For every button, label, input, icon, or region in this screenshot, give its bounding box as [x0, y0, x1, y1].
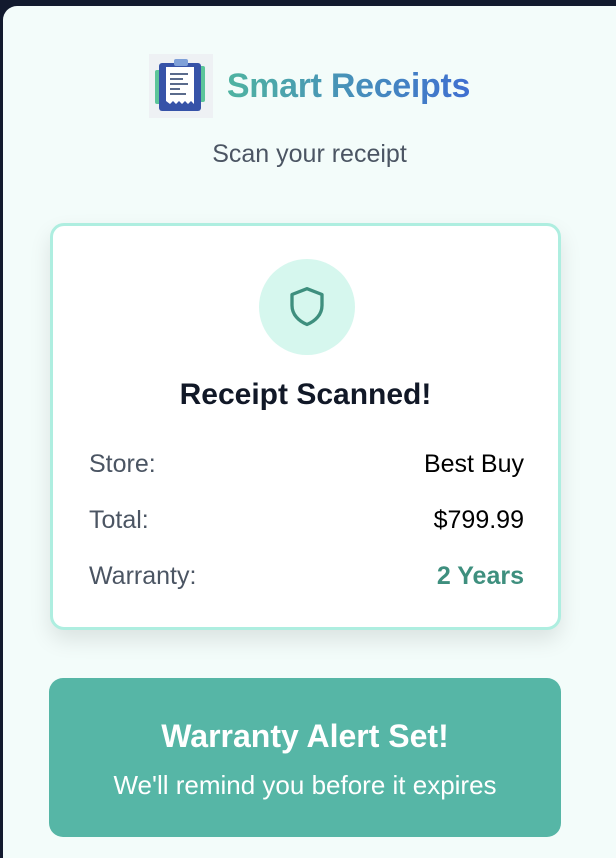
- store-value: Best Buy: [423, 450, 524, 478]
- warranty-alert-banner: Warranty Alert Set! We'll remind you bef…: [49, 678, 561, 837]
- total-label: Total:: [89, 506, 149, 534]
- alert-title: Warranty Alert Set!: [161, 718, 449, 754]
- app-header: Smart Receipts: [3, 54, 616, 118]
- warranty-row: Warranty: 2 Years: [89, 562, 524, 591]
- receipt-result-card: Receipt Scanned! Store: Best Buy Total: …: [50, 223, 561, 630]
- total-value: $799.99: [433, 506, 524, 534]
- shield-badge: [259, 259, 355, 355]
- warranty-label: Warranty:: [89, 562, 197, 590]
- shield-icon: [290, 286, 324, 327]
- store-label: Store:: [89, 450, 156, 478]
- app-title: Smart Receipts: [226, 66, 471, 105]
- total-row: Total: $799.99: [89, 506, 524, 535]
- warranty-value: 2 Years: [436, 562, 524, 590]
- alert-message: We'll remind you before it expires: [113, 770, 497, 800]
- store-row: Store: Best Buy: [89, 450, 524, 479]
- app-screen: Smart Receipts Scan your receipt Receipt…: [3, 6, 616, 858]
- page-subtitle: Scan your receipt: [212, 140, 407, 168]
- receipt-clipboard-icon: [148, 54, 213, 118]
- scan-status-title: Receipt Scanned!: [179, 378, 432, 411]
